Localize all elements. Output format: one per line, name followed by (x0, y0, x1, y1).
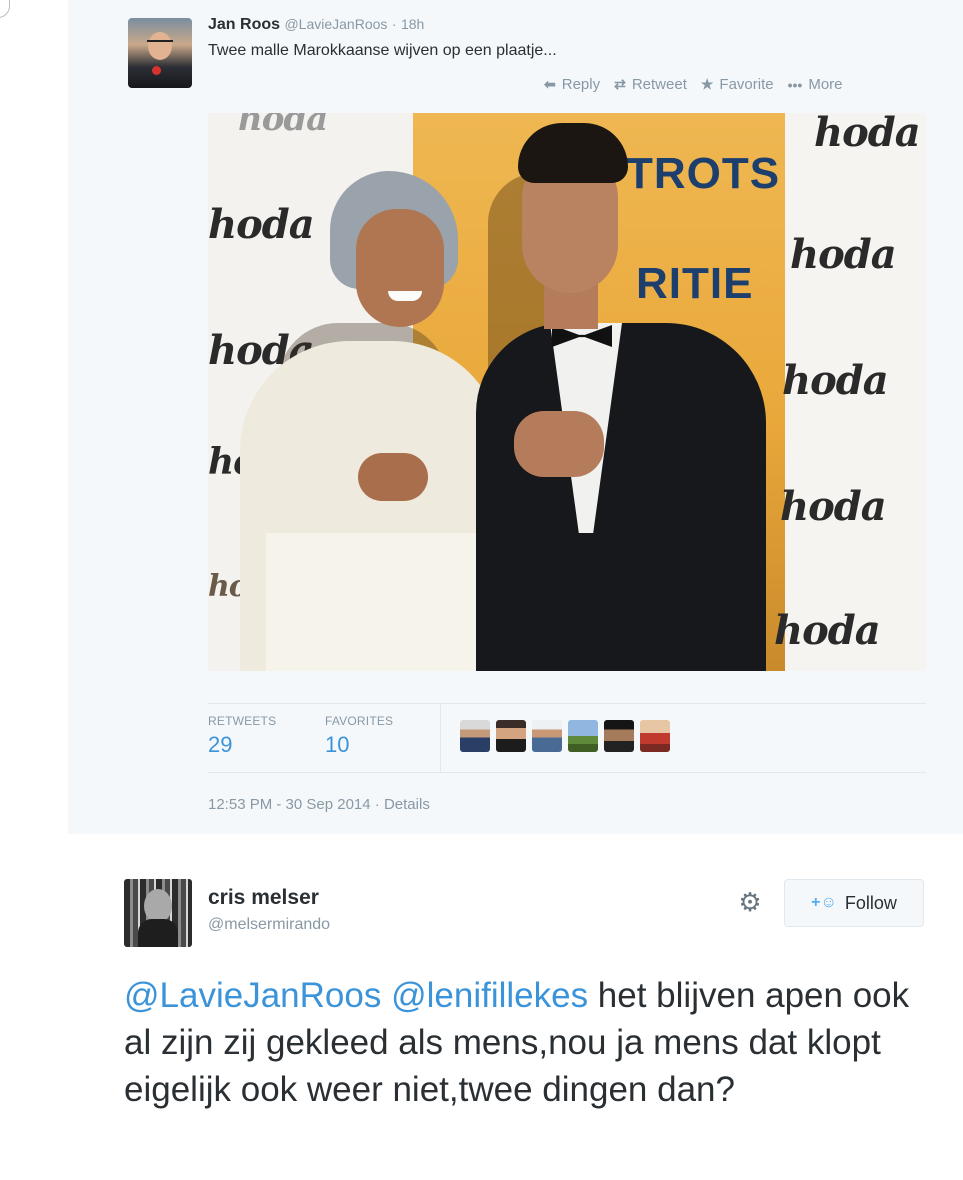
avatar[interactable] (640, 720, 670, 752)
retweet-label: Retweet (631, 76, 687, 93)
tweet-actions: ⬅ Reply ⇄ Retweet ★ Favorite ••• More (544, 76, 843, 93)
follow-button[interactable]: +☺ Follow (784, 879, 924, 927)
photo-logo-text: hoda (814, 113, 921, 156)
tweet-photo[interactable]: hoda hoda hoda hoda hoda hoda hoda hoda … (208, 113, 926, 671)
retweet-icon: ⇄ (614, 76, 626, 92)
tweet-text: @LavieJanRoos @lenifillekes het blijven … (124, 972, 934, 1113)
tweet-time[interactable]: 18h (401, 16, 424, 32)
photo-logo-text: hoda (208, 201, 315, 248)
separator: · (391, 16, 397, 32)
favorites-count: 10 (325, 732, 350, 757)
ellipsis-icon: ••• (787, 76, 803, 93)
banner-text: RITIE (636, 259, 754, 308)
photo-logo-text: hoda (238, 113, 328, 139)
avatar[interactable] (532, 720, 562, 752)
divider (208, 703, 926, 704)
retweet-button[interactable]: ⇄ Retweet (614, 76, 687, 93)
author-handle[interactable]: @LavieJanRoos (284, 16, 387, 32)
tweet-card-jan-roos: Jan Roos @LavieJanRoos · 18h Twee malle … (68, 0, 963, 834)
avatar[interactable] (124, 879, 192, 947)
tweet-date[interactable]: 12:53 PM - 30 Sep 2014 (208, 796, 371, 813)
retweets-count: 29 (208, 732, 233, 757)
tweet-header: Jan Roos @LavieJanRoos · 18h (208, 16, 424, 34)
gear-icon[interactable]: ⚙ (735, 887, 765, 917)
divider (208, 772, 926, 773)
banner-text: TROTS (626, 149, 781, 198)
add-user-icon: +☺ (811, 894, 837, 911)
mention-link[interactable]: @lenifillekes (391, 976, 588, 1015)
star-icon: ★ (700, 76, 714, 92)
author-name[interactable]: Jan Roos (208, 16, 280, 33)
photo-logo-text: hoda (774, 607, 881, 654)
retweets-stat[interactable]: RETWEETS 29 (208, 714, 276, 758)
avatar[interactable] (128, 18, 192, 88)
details-link[interactable]: Details (384, 796, 430, 813)
favorites-label: FAVORITES (325, 714, 394, 728)
photo-logo-text: hoda (782, 357, 889, 404)
more-button[interactable]: ••• More (788, 76, 843, 93)
more-label: More (808, 76, 843, 93)
mention-link[interactable]: @LavieJanRoos (124, 976, 381, 1015)
corner-scroll-tab (0, 0, 10, 18)
retweets-label: RETWEETS (208, 714, 277, 728)
person-man (476, 323, 766, 671)
author-handle[interactable]: @melsermirando (208, 916, 330, 934)
favorite-button[interactable]: ★ Favorite (701, 76, 774, 93)
favorites-stat[interactable]: FAVORITES 10 (325, 714, 393, 758)
separator: · (374, 796, 380, 813)
divider (440, 703, 441, 773)
follow-label: Follow (844, 892, 897, 913)
avatar[interactable] (568, 720, 598, 752)
photo-logo-text: hoda (780, 483, 887, 530)
tweet-text: Twee malle Marokkaanse wijven op een pla… (208, 42, 557, 59)
reply-label: Reply (561, 76, 601, 93)
avatar[interactable] (604, 720, 634, 752)
avatar[interactable] (460, 720, 490, 752)
author-name[interactable]: cris melser (208, 886, 319, 910)
favoriter-avatars (460, 720, 670, 752)
avatar[interactable] (496, 720, 526, 752)
favorite-label: Favorite (719, 76, 774, 93)
tweet-timestamp: 12:53 PM - 30 Sep 2014 · Details (208, 796, 430, 813)
reply-arrow-icon: ⬅ (544, 76, 556, 92)
reply-button[interactable]: ⬅ Reply (544, 76, 600, 93)
photo-logo-text: hoda (790, 231, 897, 278)
